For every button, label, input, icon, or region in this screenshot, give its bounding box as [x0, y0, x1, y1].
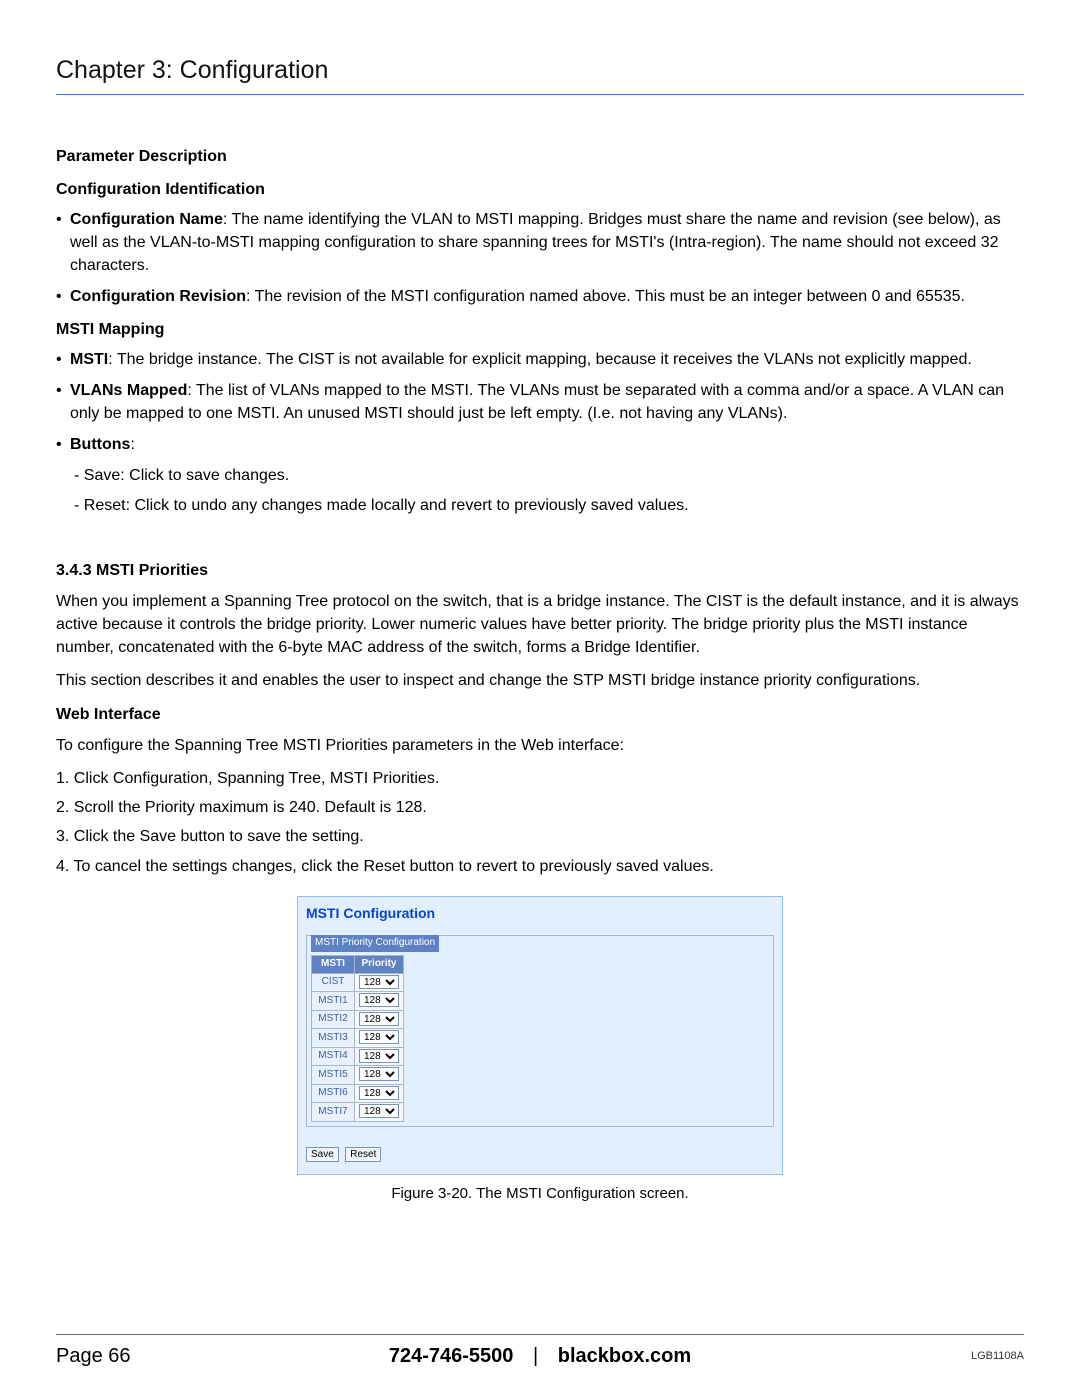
- msti-name: MSTI4: [312, 1047, 355, 1066]
- col-msti: MSTI: [312, 956, 355, 974]
- msti-priorities-heading: 3.4.3 MSTI Priorities: [56, 559, 1024, 582]
- reset-button[interactable]: Reset: [345, 1147, 381, 1162]
- footer-phone: 724-746-5500: [389, 1345, 514, 1367]
- msti-name: MSTI3: [312, 1029, 355, 1048]
- msti-priorities-para1: When you implement a Spanning Tree proto…: [56, 590, 1024, 660]
- parameter-description-heading: Parameter Description: [56, 145, 1024, 168]
- step-1: 1. Click Configuration, Spanning Tree, M…: [56, 767, 1024, 790]
- footer-site: blackbox.com: [558, 1345, 691, 1367]
- web-interface-heading: Web Interface: [56, 703, 1024, 726]
- sub-item-reset: - Reset: Click to undo any changes made …: [74, 494, 1024, 517]
- bullet-buttons: Buttons:: [56, 433, 1024, 456]
- msti-name: MSTI2: [312, 1010, 355, 1029]
- priority-select[interactable]: 128: [359, 1086, 399, 1100]
- msti-priority-table: MSTI Priority CIST 128 MSTI1 128 MSTI2: [311, 955, 404, 1122]
- chapter-rule: [56, 94, 1024, 95]
- bullet-text: : The bridge instance. The CIST is not a…: [108, 351, 972, 368]
- page-footer: Page 66 724-746-5500 | blackbox.com LGB1…: [56, 1342, 1024, 1371]
- col-priority: Priority: [355, 956, 404, 974]
- bullet-term: MSTI: [70, 351, 108, 368]
- table-row: CIST 128: [312, 973, 404, 992]
- chapter-title: Chapter 3: Configuration: [56, 52, 1024, 88]
- table-row: MSTI3 128: [312, 1029, 404, 1048]
- figure-caption: Figure 3-20. The MSTI Configuration scre…: [391, 1183, 688, 1205]
- table-row: MSTI7 128: [312, 1103, 404, 1122]
- msti-name: MSTI7: [312, 1103, 355, 1122]
- msti-name: CIST: [312, 973, 355, 992]
- table-header-row: MSTI Priority: [312, 956, 404, 974]
- bullet-msti: MSTI: The bridge instance. The CIST is n…: [56, 348, 1024, 371]
- bullet-term: Buttons: [70, 436, 130, 453]
- bullet-term: Configuration Name: [70, 211, 223, 228]
- msti-name: MSTI1: [312, 992, 355, 1011]
- table-row: MSTI4 128: [312, 1047, 404, 1066]
- bullet-term: VLANs Mapped: [70, 382, 187, 399]
- msti-config-title: MSTI Configuration: [306, 903, 774, 923]
- priority-select[interactable]: 128: [359, 1049, 399, 1063]
- msti-priority-fieldset: MSTI Priority Configuration MSTI Priorit…: [306, 935, 774, 1127]
- figure-3-20: MSTI Configuration MSTI Priority Configu…: [56, 896, 1024, 1205]
- bullet-term: Configuration Revision: [70, 288, 246, 305]
- msti-config-panel: MSTI Configuration MSTI Priority Configu…: [297, 896, 783, 1175]
- footer-separator: |: [533, 1345, 538, 1367]
- table-row: MSTI5 128: [312, 1066, 404, 1085]
- bullet-config-name: Configuration Name: The name identifying…: [56, 208, 1024, 278]
- sub-item-save: - Save: Click to save changes.: [74, 464, 1024, 487]
- step-3: 3. Click the Save button to save the set…: [56, 825, 1024, 848]
- msti-priorities-para2: This section describes it and enables th…: [56, 669, 1024, 692]
- step-2: 2. Scroll the Priority maximum is 240. D…: [56, 796, 1024, 819]
- msti-mapping-heading: MSTI Mapping: [56, 318, 1024, 341]
- priority-select[interactable]: 128: [359, 1067, 399, 1081]
- save-button[interactable]: Save: [306, 1147, 339, 1162]
- bullet-vlans-mapped: VLANs Mapped: The list of VLANs mapped t…: [56, 379, 1024, 425]
- priority-select[interactable]: 128: [359, 1012, 399, 1026]
- footer-contact: 724-746-5500 | blackbox.com: [389, 1342, 691, 1371]
- priority-select[interactable]: 128: [359, 1104, 399, 1118]
- footer-rule: [56, 1334, 1024, 1335]
- page-number: Page 66: [56, 1342, 389, 1371]
- msti-priority-legend: MSTI Priority Configuration: [311, 935, 439, 952]
- footer-model: LGB1108A: [691, 1349, 1024, 1365]
- priority-select[interactable]: 128: [359, 975, 399, 989]
- step-4: 4. To cancel the settings changes, click…: [56, 855, 1024, 878]
- bullet-config-revision: Configuration Revision: The revision of …: [56, 285, 1024, 308]
- configuration-identification-heading: Configuration Identification: [56, 178, 1024, 201]
- table-row: MSTI1 128: [312, 992, 404, 1011]
- bullet-text: : The list of VLANs mapped to the MSTI. …: [70, 382, 1004, 422]
- msti-name: MSTI6: [312, 1084, 355, 1103]
- web-interface-intro: To configure the Spanning Tree MSTI Prio…: [56, 734, 1024, 757]
- priority-select[interactable]: 128: [359, 1030, 399, 1044]
- bullet-text: :: [130, 436, 134, 453]
- bullet-text: : The revision of the MSTI configuration…: [246, 288, 965, 305]
- priority-select[interactable]: 128: [359, 993, 399, 1007]
- msti-name: MSTI5: [312, 1066, 355, 1085]
- table-row: MSTI6 128: [312, 1084, 404, 1103]
- table-row: MSTI2 128: [312, 1010, 404, 1029]
